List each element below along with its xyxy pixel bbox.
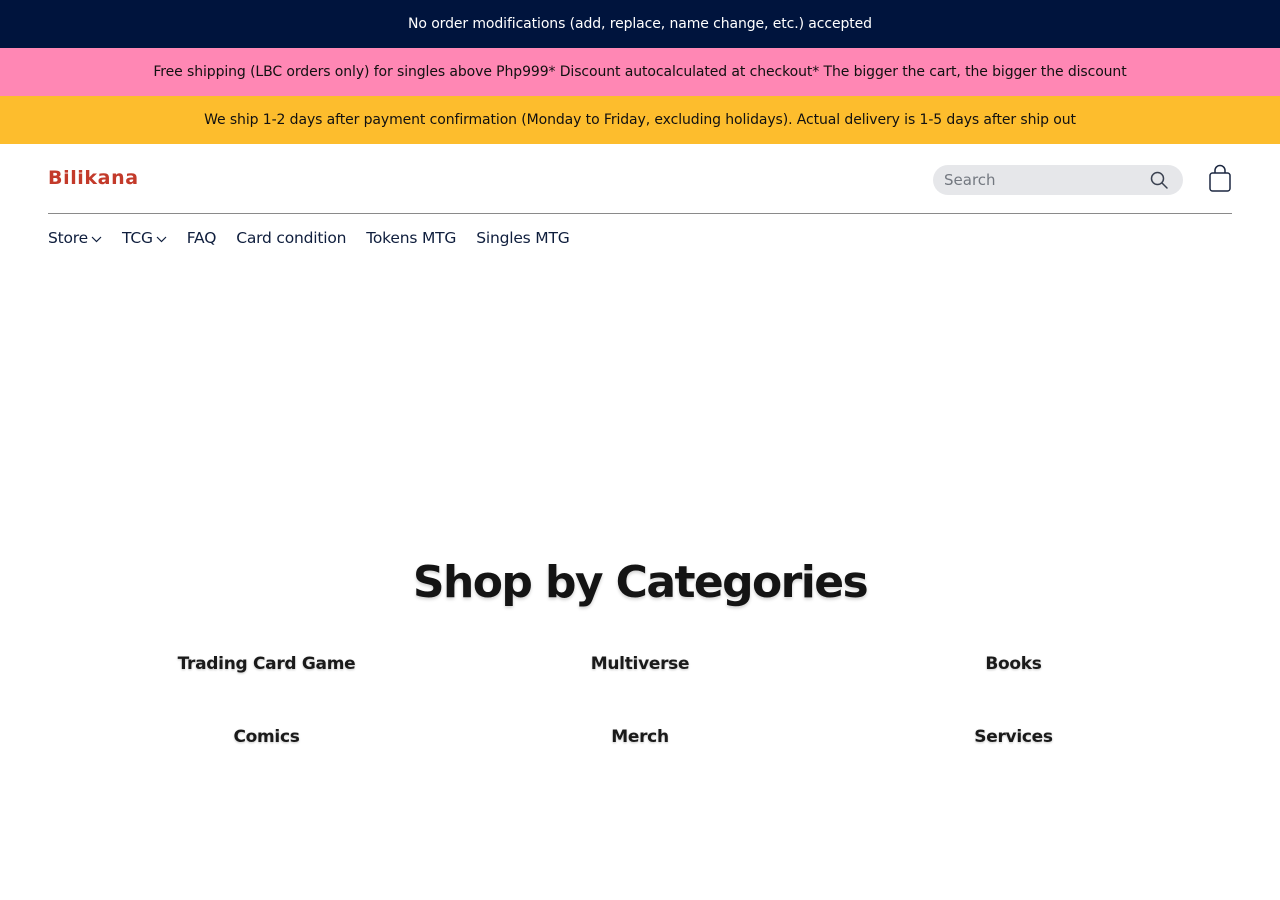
section-title: Shop by Categories xyxy=(412,557,869,608)
nav-item-label: TCG xyxy=(121,229,153,247)
category-grid: Trading Card Game Multiverse Books Comic… xyxy=(0,653,1280,749)
announcement-text: We ship 1-2 days after payment confirmat… xyxy=(204,112,1076,128)
hero-area xyxy=(0,262,1280,547)
nav-item-tcg[interactable]: TCG xyxy=(122,229,167,247)
store-logo[interactable]: Bilikana xyxy=(48,167,139,189)
announcement-text: No order modifications (add, replace, na… xyxy=(408,16,872,32)
nav-item-card-condition[interactable]: Card condition xyxy=(236,229,346,247)
nav-item-singles-mtg[interactable]: Singles MTG xyxy=(476,229,570,247)
announcement-bar-orders: No order modifications (add, replace, na… xyxy=(0,0,1280,48)
shopping-bag-icon[interactable] xyxy=(1208,164,1232,194)
site-header: Bilikana xyxy=(48,144,1232,214)
nav-item-label: FAQ xyxy=(186,229,217,247)
nav-item-label: Singles MTG xyxy=(476,229,570,247)
nav-item-label: Card condition xyxy=(236,229,347,247)
nav-item-faq[interactable]: FAQ xyxy=(186,229,217,247)
chevron-down-icon xyxy=(91,236,102,242)
nav-item-label: Store xyxy=(48,229,88,247)
category-merch[interactable]: Merch xyxy=(453,726,827,749)
nav-item-tokens-mtg[interactable]: Tokens MTG xyxy=(366,229,456,247)
nav-item-store[interactable]: Store xyxy=(48,229,102,247)
category-services[interactable]: Services xyxy=(827,726,1200,749)
search-input[interactable] xyxy=(933,165,1138,195)
category-trading-card-game[interactable]: Trading Card Game xyxy=(80,653,453,676)
announcement-text: Free shipping (LBC orders only) for sing… xyxy=(153,64,1127,80)
main-navigation: Store TCG FAQ Card condition Tokens MTG … xyxy=(48,214,1232,262)
search-icon[interactable] xyxy=(1149,170,1169,190)
category-comics[interactable]: Comics xyxy=(80,726,453,749)
search-box xyxy=(933,165,1183,195)
category-multiverse[interactable]: Multiverse xyxy=(453,653,827,676)
nav-item-label: Tokens MTG xyxy=(366,229,457,247)
announcement-bar-delivery: We ship 1-2 days after payment confirmat… xyxy=(0,96,1280,144)
chevron-down-icon xyxy=(156,236,167,242)
category-books[interactable]: Books xyxy=(827,653,1200,676)
categories-section: Shop by Categories Trading Card Game Mul… xyxy=(0,547,1280,749)
announcement-bar-shipping: Free shipping (LBC orders only) for sing… xyxy=(0,48,1280,96)
